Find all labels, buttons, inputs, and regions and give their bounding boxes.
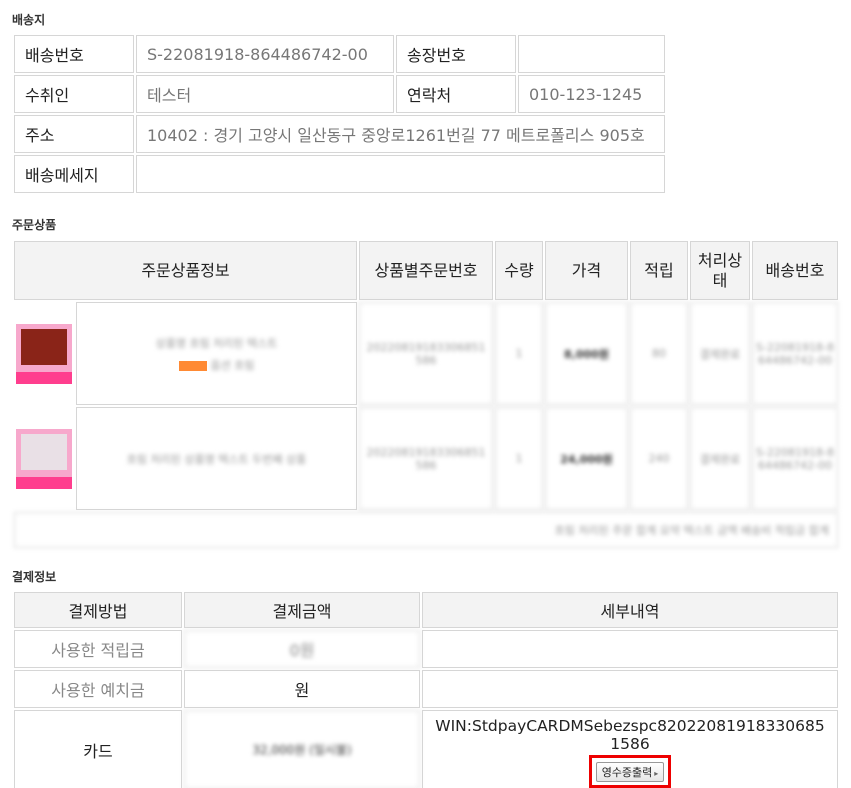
row-points: 240 bbox=[630, 407, 688, 510]
receipt-highlight: 영수증출력 ▸ bbox=[588, 755, 672, 788]
address-label: 주소 bbox=[14, 115, 134, 153]
deposit-used-label: 사용한 예치금 bbox=[14, 670, 182, 708]
points-used-amount: 0원 bbox=[184, 630, 420, 668]
table-row: 사용한 적립금 0원 bbox=[14, 630, 838, 668]
delivery-no-value: S-22081918-864486742-00 bbox=[136, 35, 394, 73]
row-delivery-no: S-22081918-864486742-00 bbox=[752, 302, 838, 405]
product-name-cell[interactable]: 상품명 흐림 처리된 텍스트 옵션 흐림 bbox=[76, 302, 357, 405]
col-detail: 세부내역 bbox=[422, 592, 838, 628]
col-delivery-no: 배송번호 bbox=[752, 241, 838, 300]
row-status: 결제완료 bbox=[690, 407, 750, 510]
message-label: 배송메세지 bbox=[14, 155, 134, 193]
product-thumbnail[interactable] bbox=[14, 302, 74, 405]
product-name: 흐림 처리된 상품명 텍스트 두번째 상품 bbox=[126, 452, 307, 466]
row-status: 결제완료 bbox=[690, 302, 750, 405]
receipt-print-button[interactable]: 영수증출력 ▸ bbox=[595, 762, 665, 782]
message-value bbox=[136, 155, 665, 193]
card-amount: 32,000원 (일시불) bbox=[184, 710, 420, 788]
col-status: 처리상태 bbox=[690, 241, 750, 300]
table-row: 카드 32,000원 (일시불) WIN:StdpayCARDMSebezspc… bbox=[14, 710, 838, 788]
table-row: 상품명 흐림 처리된 텍스트 옵션 흐림 2022081918330685158… bbox=[14, 302, 838, 405]
row-qty: 1 bbox=[495, 407, 543, 510]
col-qty: 수량 bbox=[495, 241, 543, 300]
chevron-right-icon: ▸ bbox=[654, 769, 659, 778]
col-order-no: 상품별주문번호 bbox=[359, 241, 493, 300]
invoice-label: 송장번호 bbox=[396, 35, 516, 73]
row-order-no: 20220819183306851586 bbox=[359, 302, 493, 405]
recipient-label: 수취인 bbox=[14, 75, 134, 113]
product-thumbnail[interactable] bbox=[14, 407, 74, 510]
payment-section-title: 결제정보 bbox=[12, 570, 57, 584]
row-delivery-no: S-22081918-864486742-00 bbox=[752, 407, 838, 510]
col-points: 적립 bbox=[630, 241, 688, 300]
row-order-no: 20220819183306851586 bbox=[359, 407, 493, 510]
payment-table: 결제방법 결제금액 세부내역 사용한 적립금 0원 사용한 예치금 원 카드 3… bbox=[12, 590, 840, 788]
table-row: 사용한 예치금 원 bbox=[14, 670, 838, 708]
row-qty: 1 bbox=[495, 302, 543, 405]
points-used-detail bbox=[422, 630, 838, 668]
order-table: 주문상품정보 상품별주문번호 수량 가격 적립 처리상태 배송번호 상품명 흐림… bbox=[12, 239, 840, 550]
row-price: 8,000원 bbox=[545, 302, 628, 405]
col-method: 결제방법 bbox=[14, 592, 182, 628]
delivery-no-label: 배송번호 bbox=[14, 35, 134, 73]
card-transaction-id: WIN:StdpayCARDMSebezspc82022081918330685… bbox=[435, 717, 825, 753]
deposit-used-amount: 원 bbox=[184, 670, 420, 708]
product-name-cell[interactable]: 흐림 처리된 상품명 텍스트 두번째 상품 bbox=[76, 407, 357, 510]
row-points: 80 bbox=[630, 302, 688, 405]
address-value: 10402 : 경기 고양시 일산동구 중앙로1261번길 77 메트로폴리스 … bbox=[136, 115, 665, 153]
invoice-value bbox=[518, 35, 665, 73]
product-option: 옵션 흐림 bbox=[210, 358, 255, 372]
shipping-section-title: 배송지 bbox=[12, 13, 46, 27]
table-row: 흐림 처리된 상품명 텍스트 두번째 상품 202208191833068515… bbox=[14, 407, 838, 510]
col-amount: 결제금액 bbox=[184, 592, 420, 628]
shipping-table: 배송번호 S-22081918-864486742-00 송장번호 수취인 테스… bbox=[12, 33, 667, 195]
row-price: 24,000원 bbox=[545, 407, 628, 510]
col-product-info: 주문상품정보 bbox=[14, 241, 357, 300]
option-tag bbox=[178, 360, 207, 371]
order-section-title: 주문상품 bbox=[12, 218, 57, 232]
recipient-value: 테스터 bbox=[136, 75, 394, 113]
order-summary: 흐림 처리된 주문 합계 요약 텍스트 금액 배송비 적립금 합계 bbox=[14, 512, 838, 548]
points-used-label: 사용한 적립금 bbox=[14, 630, 182, 668]
contact-value: 010-123-1245 bbox=[518, 75, 665, 113]
card-label: 카드 bbox=[14, 710, 182, 788]
product-name: 상품명 흐림 처리된 텍스트 bbox=[155, 336, 278, 350]
col-price: 가격 bbox=[545, 241, 628, 300]
contact-label: 연락처 bbox=[396, 75, 516, 113]
deposit-used-detail bbox=[422, 670, 838, 708]
